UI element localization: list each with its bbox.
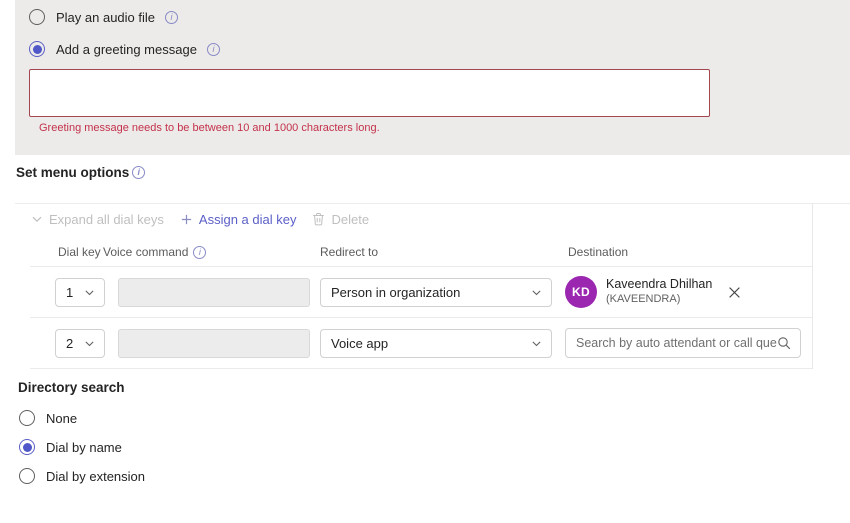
directory-search-heading: Directory search	[18, 380, 125, 395]
destination-search-input[interactable]	[576, 336, 777, 350]
set-menu-options-title: Set menu options	[16, 165, 129, 180]
radio-greeting-label: Add a greeting message	[52, 42, 197, 57]
chevron-down-icon	[531, 287, 542, 298]
info-icon[interactable]: i	[132, 166, 145, 179]
radio-dial-by-name[interactable]: Dial by name	[19, 439, 122, 455]
delete-button[interactable]: Delete	[331, 212, 369, 227]
radio-icon[interactable]	[19, 439, 35, 455]
dial-key-table: Dial key Voice command i Redirect to Des…	[30, 240, 812, 369]
voice-command-input	[118, 329, 310, 358]
close-icon[interactable]	[728, 286, 741, 299]
dial-key-dropdown[interactable]: 1	[55, 278, 105, 307]
header-redirect-to: Redirect to	[320, 245, 378, 259]
greeting-message-textarea[interactable]	[29, 69, 710, 117]
radio-icon[interactable]	[19, 468, 35, 484]
directory-search-title: Directory search	[18, 380, 125, 395]
radio-none[interactable]: None	[19, 410, 77, 426]
set-menu-options-heading: Set menu options i	[16, 165, 145, 180]
trash-icon[interactable]	[312, 212, 325, 226]
redirect-to-dropdown[interactable]: Voice app	[320, 329, 552, 358]
radio-play-audio-label: Play an audio file	[52, 10, 155, 25]
avatar: KD	[565, 276, 597, 308]
header-dial-key: Dial key	[58, 245, 101, 259]
person-alias: (KAVEENDRA)	[606, 293, 712, 307]
radio-dial-by-name-label: Dial by name	[42, 440, 122, 455]
dial-key-toolbar: Expand all dial keys Assign a dial key D…	[31, 206, 369, 232]
destination-person: KD Kaveendra Dhilhan (KAVEENDRA)	[565, 276, 741, 308]
radio-dial-by-extension[interactable]: Dial by extension	[19, 468, 145, 484]
dial-key-dropdown[interactable]: 2	[55, 329, 105, 358]
header-destination: Destination	[568, 245, 628, 259]
expand-all-dial-keys-button[interactable]: Expand all dial keys	[49, 212, 164, 227]
redirect-to-dropdown[interactable]: Person in organization	[320, 278, 552, 307]
info-icon[interactable]: i	[193, 246, 206, 259]
dial-key-row-2: 2 Voice app	[30, 318, 812, 369]
radio-icon[interactable]	[29, 41, 45, 57]
radio-icon[interactable]	[29, 9, 45, 25]
greeting-panel: Play an audio file i Add a greeting mess…	[15, 0, 850, 155]
radio-play-audio-file[interactable]: Play an audio file i	[29, 9, 178, 25]
dial-key-row-1: 1 Person in organization KD Kaveendra Dh…	[30, 267, 812, 318]
radio-add-greeting-message[interactable]: Add a greeting message i	[29, 41, 220, 57]
greeting-error-message: Greeting message needs to be between 10 …	[39, 122, 380, 134]
plus-icon[interactable]	[180, 213, 193, 226]
radio-dial-by-extension-label: Dial by extension	[42, 469, 145, 484]
person-name: Kaveendra Dhilhan	[606, 277, 712, 293]
chevron-down-icon	[84, 287, 95, 298]
radio-icon[interactable]	[19, 410, 35, 426]
info-icon[interactable]: i	[165, 11, 178, 24]
info-icon[interactable]: i	[207, 43, 220, 56]
chevron-down-icon[interactable]	[31, 213, 43, 225]
radio-none-label: None	[42, 411, 77, 426]
divider	[15, 203, 850, 204]
assign-dial-key-button[interactable]: Assign a dial key	[199, 212, 297, 227]
voice-command-input	[118, 278, 310, 307]
chevron-down-icon	[531, 338, 542, 349]
destination-search-box[interactable]	[565, 328, 801, 358]
search-icon[interactable]	[777, 336, 791, 350]
table-right-border	[812, 204, 813, 369]
header-voice-command: Voice command i	[103, 245, 206, 259]
table-header-row: Dial key Voice command i Redirect to Des…	[30, 240, 812, 267]
chevron-down-icon	[84, 338, 95, 349]
